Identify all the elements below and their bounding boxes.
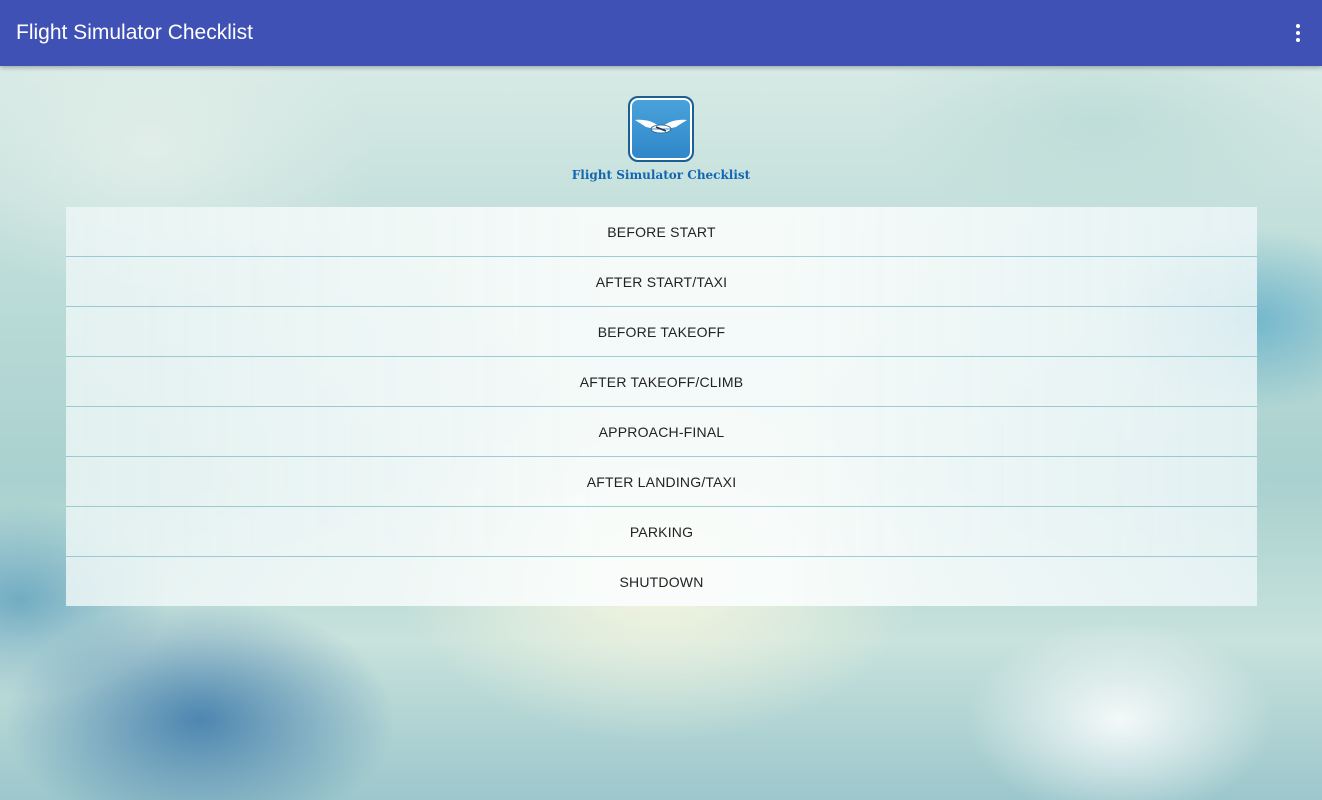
checklist-item-label: APPROACH-FINAL [598,423,725,440]
app-screen: Flight Simulator Checklist Flight Simula… [0,0,1322,800]
checklist-item-label: SHUTDOWN [619,573,704,590]
checklist-item-label: AFTER TAKEOFF/CLIMB [579,373,744,390]
more-vert-icon[interactable] [1288,18,1308,48]
menu-dot [1296,38,1300,42]
checklist-item-label: PARKING [629,523,694,540]
checklist-item-label: BEFORE TAKEOFF [597,323,726,340]
app-bar: Flight Simulator Checklist [0,0,1322,66]
checklist-item-after-start-taxi[interactable]: AFTER START/TAXI [66,257,1257,307]
checklist-item-label: AFTER START/TAXI [595,273,728,290]
checklist-item-before-takeoff[interactable]: BEFORE TAKEOFF [66,307,1257,357]
checklist-item-approach-final[interactable]: APPROACH-FINAL [66,407,1257,457]
app-title: Flight Simulator Checklist [16,21,253,44]
checklist-item-label: BEFORE START [607,223,716,240]
menu-dot [1296,31,1300,35]
checklist-item-after-takeoff-climb[interactable]: AFTER TAKEOFF/CLIMB [66,357,1257,407]
checklist-item-label: AFTER LANDING/TAXI [586,473,737,490]
checklist-menu: BEFORE START AFTER START/TAXI BEFORE TAK… [66,207,1257,606]
logo-caption: Flight Simulator Checklist [571,168,751,182]
app-logo: Flight Simulator Checklist [0,96,1322,183]
winged-airplane-logo-icon [628,96,694,162]
checklist-item-shutdown[interactable]: SHUTDOWN [66,557,1257,606]
checklist-item-parking[interactable]: PARKING [66,507,1257,557]
checklist-item-before-start[interactable]: BEFORE START [66,207,1257,257]
checklist-item-after-landing-taxi[interactable]: AFTER LANDING/TAXI [66,457,1257,507]
menu-dot [1296,24,1300,28]
